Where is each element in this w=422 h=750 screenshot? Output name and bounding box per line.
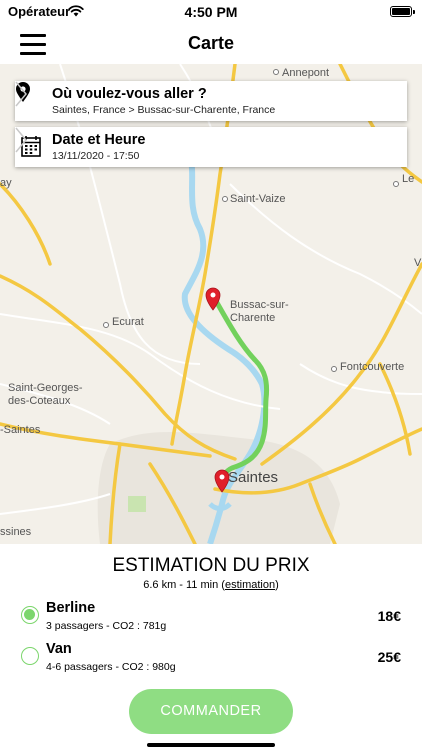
navigation-bar: Carte [0,24,422,64]
radio-unselected-icon[interactable] [21,647,39,665]
page-title: Carte [187,33,235,53]
status-time: 4:50 PM [184,4,238,20]
map-label-saint-georges-1: Saint-Georges- [8,382,83,394]
estimation-title: ESTIMATION DU PRIX [112,555,310,576]
hamburger-menu-icon[interactable] [20,33,48,55]
datetime-title: Date et Heure [52,132,146,148]
destination-card[interactable]: Où voulez-vous aller ? Saintes, France >… [15,81,407,121]
map-label-bussac-2: Charente [230,312,275,324]
vehicle-price: 18€ [377,608,401,624]
estimation-summary: 6.6 km - 11 min (estimation) [143,579,279,591]
map-label-saint-vaize: Saint-Vaize [230,193,285,205]
home-indicator[interactable] [147,743,275,747]
map-label-saint-georges-2: des-Coteaux [8,395,71,407]
estimation-link[interactable]: estimation [225,579,275,591]
map-label-saintes: Saintes [228,469,278,486]
vehicle-price: 25€ [377,649,401,665]
vehicle-option-van[interactable]: Van 4-6 passagers - CO2 : 980g 25€ [0,637,422,675]
order-button[interactable]: COMMANDER [129,689,293,734]
chevron-right-icon [15,127,27,153]
map-label-v: V [414,257,422,269]
radio-selected-icon[interactable] [21,606,39,624]
datetime-card[interactable]: Date et Heure 13/11/2020 - 17:50 [15,127,407,167]
vehicle-detail: 3 passagers - CO2 : 781g [46,620,167,632]
map-label-bussac-1: Bussac-sur- [230,299,289,311]
vehicle-name: Van [46,641,72,657]
estimation-panel: ESTIMATION DU PRIX 6.6 km - 11 min (esti… [0,544,422,750]
vehicle-name: Berline [46,600,96,616]
map-view[interactable]: Annepont Saint-Vaize Bussac-sur- Charent… [0,64,422,544]
battery-icon [390,6,415,17]
destination-title: Où voulez-vous aller ? [52,86,207,102]
map-label-le: Le [402,173,414,185]
vehicle-detail: 4-6 passagers - CO2 : 980g [46,661,176,673]
park-area [128,496,146,512]
map-label-ay: ay [0,177,12,189]
map-label-ssines: ssines [0,526,32,538]
vehicle-option-berline[interactable]: Berline 3 passagers - CO2 : 781g 18€ [0,596,422,634]
status-bar: Opérateur 4:50 PM [0,0,422,24]
map-label-fontcouverte: Fontcouverte [340,361,404,373]
map-label-annepont: Annepont [282,67,329,79]
map-label-ecurat: Ecurat [112,316,144,328]
datetime-value: 13/11/2020 - 17:50 [52,150,140,162]
estimation-distance-time: 6.6 km - 11 min [143,579,219,591]
map-label-saintes-left: -Saintes [0,424,41,436]
destination-route: Saintes, France > Bussac-sur-Charente, F… [52,104,276,116]
chevron-right-icon [15,81,27,107]
